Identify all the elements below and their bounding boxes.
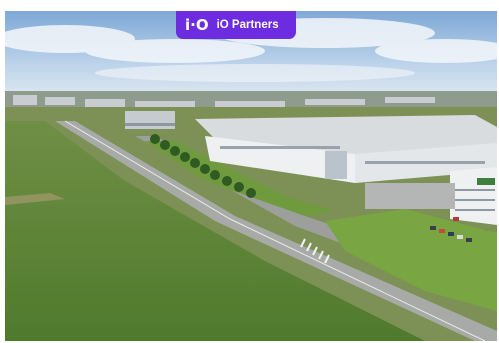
badge-label: iO Partners: [216, 19, 279, 31]
office-building: [125, 111, 175, 129]
io-logo-icon: i·O: [185, 16, 209, 34]
parking-lot: [365, 183, 455, 209]
building-right: [450, 167, 497, 225]
io-partners-badge: i·O iO Partners: [176, 11, 296, 39]
aerial-photo: [5, 11, 497, 341]
